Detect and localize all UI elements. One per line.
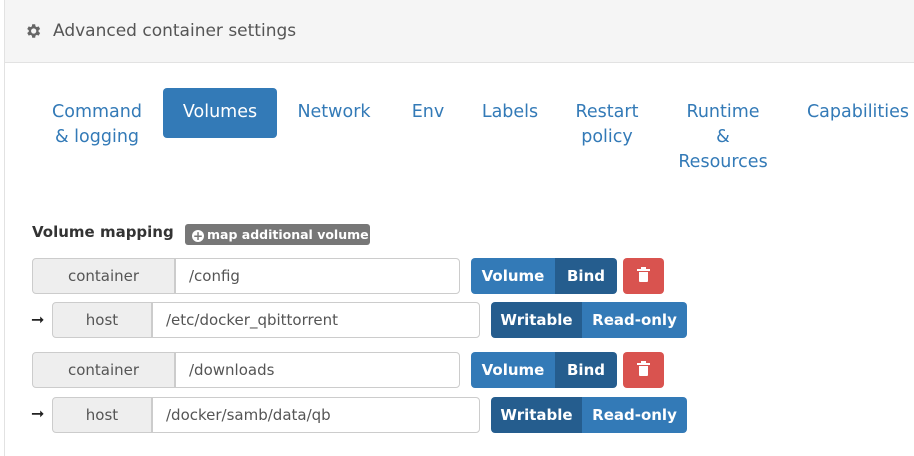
remove-volume-button[interactable] (623, 352, 664, 388)
container-path-input[interactable]: /downloads (175, 352, 460, 388)
container-label: container (32, 352, 175, 388)
volume-type-button[interactable]: Volume (471, 258, 555, 294)
tab-command-logging[interactable]: Command & logging (41, 88, 153, 150)
arrow-right-icon: ➞ (31, 404, 45, 423)
map-additional-volume-button[interactable]: + map additional volume (185, 224, 370, 245)
tab-env[interactable]: Env (398, 88, 458, 125)
tab-label-line: & (716, 127, 730, 147)
trash-icon (637, 361, 650, 376)
tab-label-line: Volumes (182, 102, 258, 122)
remove-volume-button[interactable] (623, 258, 664, 294)
trash-icon (637, 267, 650, 282)
panel-title: Advanced container settings (53, 21, 297, 41)
map-additional-volume-label: map additional volume (207, 227, 369, 242)
volume-type-button[interactable]: Volume (471, 352, 555, 388)
container-path-input[interactable]: /config (175, 258, 460, 294)
gear-icon (27, 24, 41, 38)
arrow-right-icon: ➞ (31, 310, 45, 329)
tab-label-line: Restart (575, 102, 639, 122)
tab-labels[interactable]: Labels (470, 88, 550, 125)
tab-label-line: & logging (54, 127, 140, 147)
tab-label-line: Network (297, 102, 371, 122)
tab-label-line: Labels (481, 102, 539, 122)
host-path-input[interactable]: /etc/docker_qbittorrent (152, 302, 480, 338)
tab-restart-policy[interactable]: Restart policy (563, 88, 651, 150)
volume-mapping-label: Volume mapping (32, 223, 174, 241)
tab-volumes[interactable]: Volumes (163, 88, 277, 138)
host-path-input[interactable]: /docker/samb/data/qb (152, 397, 480, 433)
plus-circle-icon: + (192, 229, 204, 243)
writable-button[interactable]: Writable (491, 302, 582, 338)
tab-network[interactable]: Network (288, 88, 380, 125)
tab-label-line: policy (581, 127, 633, 147)
host-label: host (52, 397, 152, 433)
tab-label-line: Capabilities (806, 102, 910, 122)
readonly-button[interactable]: Read-only (582, 397, 687, 433)
bind-type-button[interactable]: Bind (555, 352, 617, 388)
tab-label-line: Resources (678, 152, 768, 172)
tab-label-line: Command (52, 102, 142, 122)
tab-label-line: Runtime (686, 102, 760, 122)
advanced-settings-panel: Advanced container settings Command & lo… (4, 0, 914, 456)
settings-tabs: Command & logging Volumes Network Env La… (5, 88, 914, 178)
host-label: host (52, 302, 152, 338)
panel-header: Advanced container settings (5, 0, 914, 63)
tab-capabilities[interactable]: Capabilities (801, 88, 914, 125)
bind-type-button[interactable]: Bind (555, 258, 617, 294)
tab-runtime-resources[interactable]: Runtime & Resources (670, 88, 776, 175)
readonly-button[interactable]: Read-only (582, 302, 687, 338)
container-label: container (32, 258, 175, 294)
tab-label-line: Env (411, 102, 445, 122)
writable-button[interactable]: Writable (491, 397, 582, 433)
